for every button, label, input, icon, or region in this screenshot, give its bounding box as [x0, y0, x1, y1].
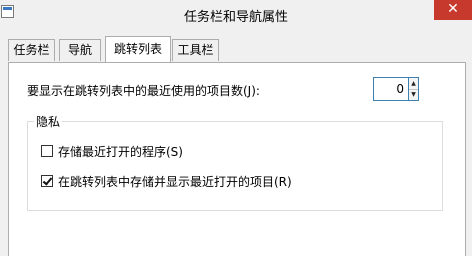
recent-items-spinner: ▲ ▼ [409, 77, 419, 101]
privacy-group: 隐私 存储最近打开的程序(S) 在跳转列表中存储并显示最近打开的项目(R) [27, 113, 443, 211]
properties-dialog: 任务栏和导航属性 ✕ 任务栏 导航 跳转列表 工具栏 要显示在跳转列表中的最近使… [0, 0, 472, 256]
recent-items-count-input[interactable]: 0 [373, 77, 409, 101]
tab-jump-lists[interactable]: 跳转列表 [105, 36, 171, 62]
store-recent-items-label[interactable]: 在跳转列表中存储并显示最近打开的项目(R) [58, 173, 292, 190]
tab-panel-jump-lists: 要显示在跳转列表中的最近使用的项目数(J): 0 ▲ ▼ 隐私 存储最近打开的程… [8, 62, 466, 256]
tab-taskbar[interactable]: 任务栏 [8, 39, 55, 61]
store-recent-programs-checkbox[interactable] [41, 145, 53, 157]
spin-down-arrow-icon[interactable]: ▼ [409, 89, 418, 100]
store-recent-items-checkbox[interactable] [41, 175, 53, 187]
tab-navigation[interactable]: 导航 [59, 39, 101, 61]
store-recent-programs-label[interactable]: 存储最近打开的程序(S) [58, 143, 183, 160]
tab-toolbars[interactable]: 工具栏 [172, 39, 219, 61]
title-bar[interactable]: 任务栏和导航属性 ✕ [0, 0, 472, 30]
close-button[interactable]: ✕ [434, 0, 472, 20]
recent-items-count-label: 要显示在跳转列表中的最近使用的项目数(J): [27, 84, 260, 98]
privacy-group-title: 隐私 [34, 113, 63, 130]
window-title: 任务栏和导航属性 [183, 10, 288, 25]
close-icon: ✕ [447, 1, 459, 17]
